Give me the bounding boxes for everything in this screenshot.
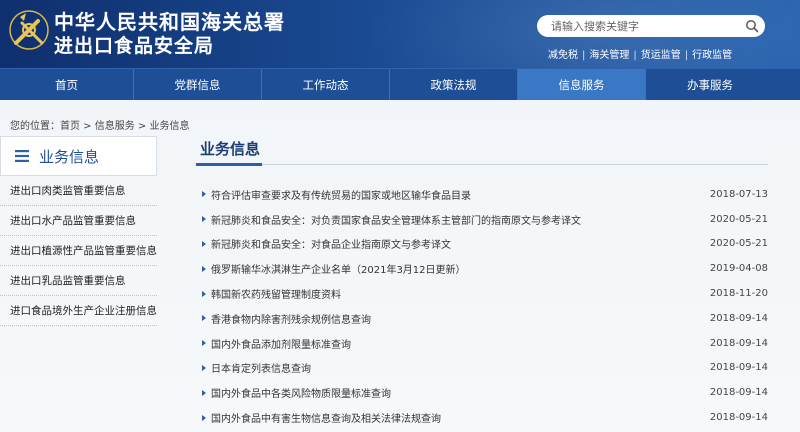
bullet-icon [202, 414, 206, 421]
bullet-icon [202, 191, 206, 198]
list-item-date: 2018-09-14 [709, 387, 768, 399]
list-item-title[interactable]: 新冠肺炎和食品安全：对食品企业指南原文与参考译文 [211, 236, 708, 251]
customs-emblem-icon[interactable] [8, 9, 50, 51]
bullet-icon [202, 216, 206, 223]
page-title: 业务信息 [200, 140, 261, 158]
nav-item-policy[interactable]: 政策法规 [390, 69, 518, 100]
list-item[interactable]: 国内外食品中有害生物信息查询及相关法律法规查询 2018-09-14 [196, 405, 768, 430]
list-item[interactable]: 新冠肺炎和食品安全：对负责国家食品安全管理体系主管部门的指南原文与参考译文 202… [196, 207, 768, 232]
quick-link-jianmianshui[interactable]: 减免税 [548, 50, 578, 61]
quick-link-huoyunjianguan[interactable]: 货运监管 [641, 50, 681, 61]
breadcrumb-separator: > [80, 121, 95, 132]
breadcrumb: 您的位置：首页 > 信息服务 > 业务信息 [10, 117, 190, 132]
search-input[interactable] [551, 19, 745, 33]
bullet-icon [202, 315, 206, 322]
list-item-date: 2018-09-14 [709, 312, 768, 324]
quick-link-xingzhengjianguan[interactable]: 行政监管 [692, 50, 732, 61]
bullet-icon [202, 240, 206, 247]
list-item-title[interactable]: 国内外食品中各类风险物质限量标准查询 [211, 385, 708, 400]
info-list: 符合评估审查要求及有传统贸易的国家或地区输华食品目录 2018-07-13 新冠肺… [196, 182, 768, 430]
main-nav: 首页 党群信息 工作动态 政策法规 信息服务 办事服务 [0, 68, 800, 100]
site-title-line1: 中华人民共和国海关总署 [54, 10, 285, 34]
list-item-title[interactable]: 俄罗斯输华冰淇淋生产企业名单（2021年3月12日更新） [211, 261, 708, 276]
list-item-title[interactable]: 香港食物内除害剂残余规例信息查询 [211, 311, 708, 326]
list-item-title[interactable]: 新冠肺炎和食品安全：对负责国家食品安全管理体系主管部门的指南原文与参考译文 [211, 212, 708, 227]
title-divider [196, 163, 768, 166]
sidebar-item-aquatic[interactable]: 进出口水产品监管重要信息 [0, 206, 157, 236]
breadcrumb-separator: > [134, 121, 150, 132]
search-icon[interactable] [745, 19, 759, 33]
breadcrumb-home[interactable]: 首页 [60, 121, 80, 132]
list-item-date: 2018-11-20 [709, 288, 768, 300]
sidebar-item-registration[interactable]: 进口食品境外生产企业注册信息 [0, 296, 157, 326]
sidebar-item-plant[interactable]: 进出口植源性产品监管重要信息 [0, 236, 157, 266]
list-item-date: 2018-09-14 [709, 337, 768, 349]
quick-links: 减免税 | 海关管理 | 货运监管 | 行政监管 [548, 46, 732, 61]
divider: | [633, 50, 637, 61]
nav-item-party[interactable]: 党群信息 [134, 69, 262, 100]
bullet-icon [202, 265, 206, 272]
sidebar-item-dairy[interactable]: 进出口乳品监管重要信息 [0, 266, 157, 296]
list-item-date: 2018-09-14 [709, 412, 768, 424]
sidebar-title: 业务信息 [39, 147, 100, 166]
bullet-icon [202, 340, 206, 347]
list-item-date: 2020-05-21 [709, 238, 768, 250]
list-item[interactable]: 日本肯定列表信息查询 2018-09-14 [196, 356, 768, 381]
nav-item-services[interactable]: 办事服务 [646, 69, 774, 100]
list-item[interactable]: 新冠肺炎和食品安全：对食品企业指南原文与参考译文 2020-05-21 [196, 232, 768, 257]
nav-item-home[interactable]: 首页 [0, 69, 134, 100]
list-item[interactable]: 国内外食品添加剂限量标准查询 2018-09-14 [196, 331, 768, 356]
list-icon [15, 150, 29, 162]
sidebar-header: 业务信息 [0, 136, 157, 176]
list-item-title[interactable]: 符合评估审查要求及有传统贸易的国家或地区输华食品目录 [211, 187, 708, 202]
list-item[interactable]: 俄罗斯输华冰淇淋生产企业名单（2021年3月12日更新） 2019-04-08 [196, 256, 768, 281]
sidebar-item-meat[interactable]: 进出口肉类监管重要信息 [0, 176, 157, 206]
nav-item-info-service[interactable]: 信息服务 [518, 69, 646, 100]
site-header: 中华人民共和国海关总署 进出口食品安全局 减免税|海关管理|货运监管|行政监管 [0, 0, 800, 68]
bullet-icon [202, 290, 206, 297]
quick-link-haiguanguanli[interactable]: 海关管理 [589, 50, 629, 61]
list-item-date: 2018-09-14 [709, 362, 768, 374]
search-box [537, 15, 765, 37]
list-item-title[interactable]: 韩国新农药残留管理制度资料 [211, 286, 708, 301]
list-item[interactable]: 国内外食品中各类风险物质限量标准查询 2018-09-14 [196, 380, 768, 405]
bullet-icon [202, 364, 206, 371]
breadcrumb-prefix: 您的位置： [10, 121, 60, 132]
breadcrumb-business-info[interactable]: 业务信息 [150, 121, 190, 132]
list-item[interactable]: 香港食物内除害剂残余规例信息查询 2018-09-14 [196, 306, 768, 331]
list-item-date: 2019-04-08 [709, 263, 768, 275]
sidebar: 业务信息 进出口肉类监管重要信息 进出口水产品监管重要信息 进出口植源性产品监管… [0, 136, 157, 326]
site-title[interactable]: 中华人民共和国海关总署 进出口食品安全局 [54, 10, 285, 58]
site-title-line2: 进出口食品安全局 [54, 35, 215, 57]
list-item-date: 2018-07-13 [709, 188, 768, 200]
list-item[interactable]: 韩国新农药残留管理制度资料 2018-11-20 [196, 281, 768, 306]
divider: | [684, 50, 689, 61]
bullet-icon [202, 389, 206, 396]
list-item[interactable]: 符合评估审查要求及有传统贸易的国家或地区输华食品目录 2018-07-13 [196, 182, 768, 207]
nav-item-news[interactable]: 工作动态 [262, 69, 390, 100]
list-item-title[interactable]: 国内外食品添加剂限量标准查询 [211, 336, 708, 351]
list-item-title[interactable]: 日本肯定列表信息查询 [211, 360, 708, 375]
divider: | [582, 50, 586, 61]
list-item-title[interactable]: 国内外食品中有害生物信息查询及相关法律法规查询 [211, 410, 708, 425]
breadcrumb-info-service[interactable]: 信息服务 [95, 121, 135, 132]
list-item-date: 2020-05-21 [709, 213, 768, 225]
